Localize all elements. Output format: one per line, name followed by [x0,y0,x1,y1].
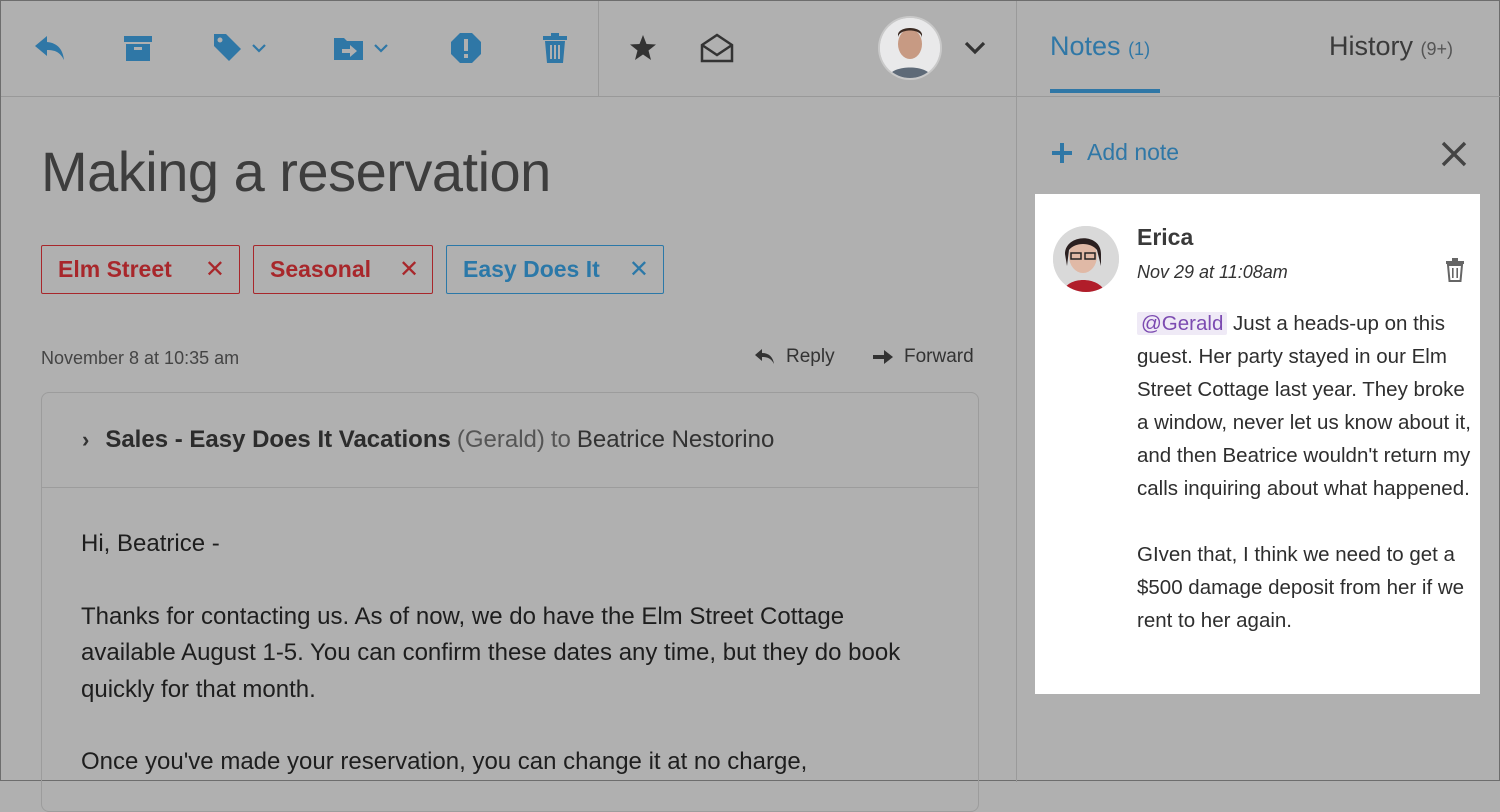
note-paragraph: GIven that, I think we need to get a $50… [1137,543,1465,632]
reply-small-icon [755,349,774,364]
note-author: Erica [1137,224,1194,250]
tag-chevron-down-icon[interactable] [243,43,267,53]
reply-icon[interactable] [33,29,67,67]
note-body: @Gerald Just a heads-up on this guest. H… [1137,307,1472,670]
close-icon[interactable] [1439,139,1469,174]
email-subject: Making a reservation [41,140,551,203]
plus-icon [1052,142,1072,163]
toolbar-divider [598,1,599,96]
add-note-button[interactable]: Add note [1051,139,1179,166]
move-to-folder-icon[interactable] [333,29,389,67]
note-author-avatar [1053,226,1119,292]
message-date: November 8 at 10:35 am [41,348,240,368]
tag-label: Elm Street [58,256,172,282]
message-paragraph: Hi, Beatrice - [81,530,220,557]
tab-history[interactable]: History (9+) [1329,31,1453,62]
message-paragraph: Thanks for contacting us. As of now, we … [81,602,901,703]
note-timestamp: Nov 29 at 11:08am [1137,262,1288,282]
reply-label: Reply [786,346,835,367]
sidebar-divider [1017,96,1500,97]
pane-divider [1016,1,1017,782]
tag-label: Easy Does It [463,256,600,282]
move-chevron-down-icon[interactable] [365,43,389,53]
remove-tag-icon[interactable]: ✕ [399,255,419,284]
chevron-down-icon[interactable] [963,29,987,67]
user-avatar[interactable] [880,18,940,78]
forward-arrow-icon [873,350,893,364]
forward-label: Forward [904,346,974,367]
remove-tag-icon[interactable]: ✕ [629,255,649,284]
tag-seasonal[interactable]: Seasonal ✕ [253,245,433,294]
tag-label: Seasonal [270,256,371,282]
tab-notes-label: Notes [1050,31,1121,61]
delete-note-icon[interactable] [1445,258,1465,287]
message-paragraph: Once you've made your reservation, you c… [81,748,808,775]
message-to: to [550,426,571,453]
spam-icon[interactable] [450,29,482,67]
message-sender: Sales - Easy Does It Vacations [105,426,451,453]
active-tab-indicator [1050,89,1160,93]
message-sender-detail: (Gerald) [456,426,545,453]
trash-icon[interactable] [542,29,568,67]
tag-elm-street[interactable]: Elm Street ✕ [41,245,240,294]
note-paragraph: @Gerald Just a heads-up on this guest. H… [1137,307,1472,505]
note-card: Erica Nov 29 at 11:08am @Gerald Just a h… [1035,194,1480,694]
forward-button[interactable]: Forward [872,346,974,368]
app-window: Making a reservation Elm Street ✕ Season… [0,0,1500,812]
expand-chevron-icon[interactable]: › [82,427,89,453]
tag-icon[interactable] [211,29,267,67]
message-body: Hi, Beatrice - Thanks for contacting us.… [42,488,978,781]
message-recipient: Beatrice Nestorino [576,426,775,453]
reply-button[interactable]: Reply [754,346,835,368]
tab-notes[interactable]: Notes (1) [1050,31,1150,62]
tab-notes-count: (1) [1128,39,1151,59]
tab-history-label: History [1329,31,1414,61]
add-note-label: Add note [1087,139,1180,165]
remove-tag-icon[interactable]: ✕ [205,255,225,284]
archive-icon[interactable] [123,29,153,67]
star-icon[interactable] [629,29,657,67]
mark-unread-icon[interactable] [700,29,734,67]
toolbar [1,1,1016,97]
tag-easy-does-it[interactable]: Easy Does It ✕ [446,245,664,294]
message-header[interactable]: › Sales - Easy Does It Vacations (Gerald… [42,393,978,488]
tab-history-count: (9+) [1420,39,1454,59]
mention-tag[interactable]: @Gerald [1137,312,1228,335]
note-text: Just a heads-up on this guest. Her party… [1137,312,1471,500]
message-card: › Sales - Easy Does It Vacations (Gerald… [41,392,979,812]
